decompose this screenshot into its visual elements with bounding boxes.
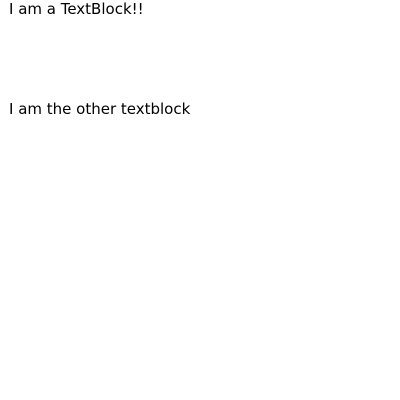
second-textblock: I am the other textblock [9,100,191,118]
first-textblock: I am a TextBlock!! [9,0,144,18]
window-content: I am a TextBlock!! I am the other textbl… [0,0,400,400]
